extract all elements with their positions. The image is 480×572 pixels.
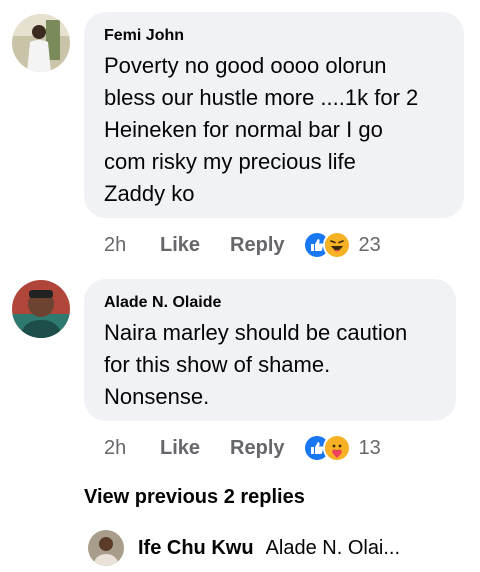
- reply-button[interactable]: Reply: [230, 437, 284, 460]
- comment-author[interactable]: Femi John: [104, 26, 444, 46]
- reaction-summary[interactable]: 13: [302, 434, 381, 462]
- like-button[interactable]: Like: [160, 437, 200, 460]
- comment-bubble: Femi John Poverty no good oooo olorun bl…: [84, 12, 464, 218]
- comment-actions: 2h Like Reply 13: [104, 434, 381, 462]
- comment-timestamp[interactable]: 2h: [104, 234, 160, 257]
- comment-text: Naira marley should be caution for this …: [104, 320, 408, 409]
- comment-text: Poverty no good oooo olorun bless our hu…: [104, 53, 419, 206]
- reply-button[interactable]: Reply: [230, 234, 284, 257]
- care-icon: [322, 434, 351, 462]
- reaction-summary[interactable]: 23: [302, 231, 381, 259]
- comment-timestamp[interactable]: 2h: [104, 437, 160, 460]
- reaction-count: 13: [358, 436, 381, 459]
- reply-snippet: Alade N. Olai...: [265, 536, 401, 559]
- avatar[interactable]: [12, 280, 70, 338]
- like-button[interactable]: Like: [160, 234, 200, 257]
- haha-icon: [322, 231, 351, 259]
- comment-actions: 2h Like Reply 23: [104, 231, 381, 259]
- view-previous-replies-link[interactable]: View previous 2 replies: [84, 486, 305, 509]
- reaction-count: 23: [358, 233, 381, 256]
- comment-author[interactable]: Alade N. Olaide: [104, 293, 436, 313]
- reply-author[interactable]: Ife Chu Kwu: [138, 537, 254, 560]
- reply-preview[interactable]: Ife Chu Kwu Alade N. Olai...: [88, 530, 480, 566]
- avatar[interactable]: [88, 530, 124, 566]
- comment-bubble: Alade N. Olaide Naira marley should be c…: [84, 279, 456, 421]
- avatar[interactable]: [12, 14, 70, 72]
